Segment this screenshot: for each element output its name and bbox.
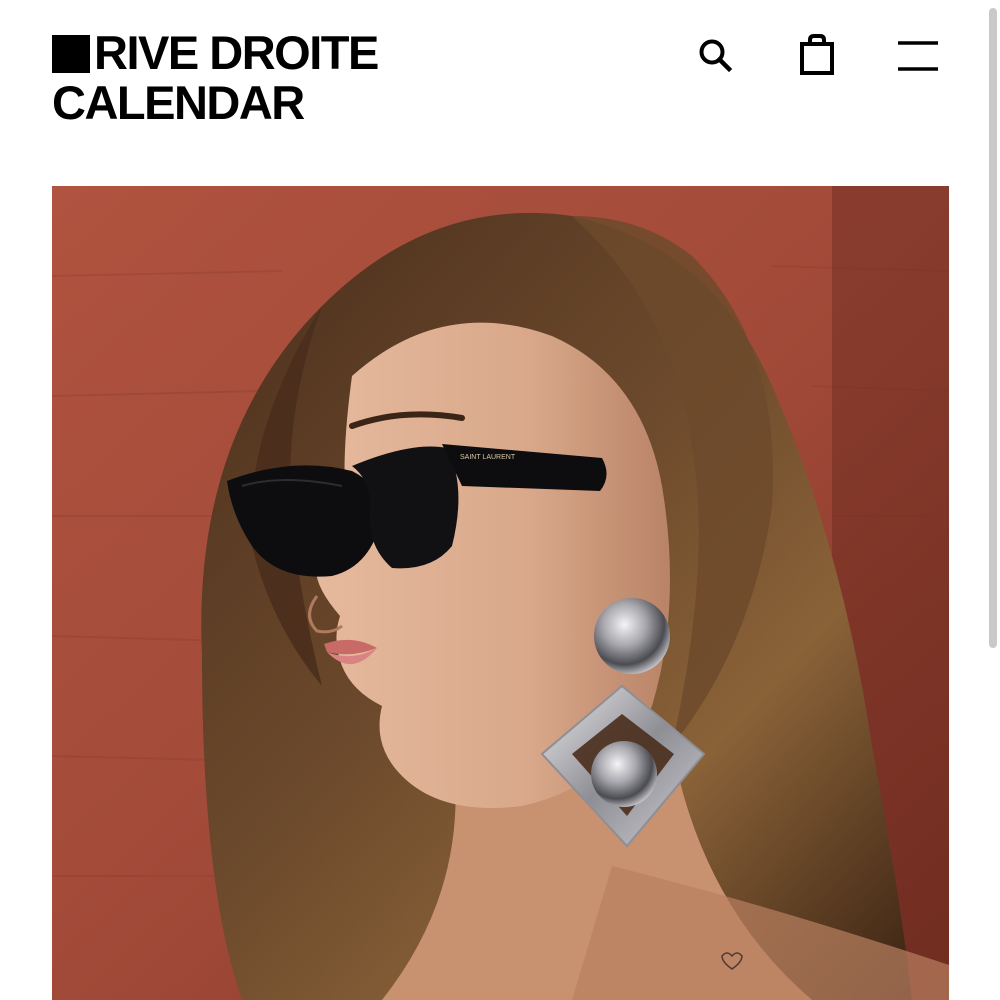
search-icon — [699, 39, 733, 73]
logo-square-icon — [52, 34, 90, 73]
search-button[interactable] — [690, 30, 740, 80]
brand-logo-line-1: RIVE DROITE — [52, 26, 379, 79]
scrollbar[interactable] — [986, 0, 1000, 1000]
hamburger-menu-icon — [898, 41, 938, 71]
hero-portrait-illustration: SAINT LAURENT — [52, 186, 949, 1000]
shopping-bag-icon — [800, 34, 834, 75]
menu-button[interactable] — [893, 30, 943, 80]
sunglasses-brand-text: SAINT LAURENT — [460, 454, 516, 461]
cart-button[interactable] — [792, 30, 842, 80]
hero-image[interactable]: SAINT LAURENT — [52, 186, 949, 1000]
brand-name-line-2: CALENDAR — [52, 76, 305, 129]
brand-logo-line-2: CALENDAR — [52, 78, 378, 128]
page: RIVE DROITE CALENDAR SAINT LAURENT — [0, 0, 1000, 1000]
scrollbar-thumb[interactable] — [989, 8, 997, 648]
brand-name-line-1: RIVE DROITE — [94, 26, 379, 79]
brand-logo[interactable]: RIVE DROITE CALENDAR — [52, 26, 379, 128]
